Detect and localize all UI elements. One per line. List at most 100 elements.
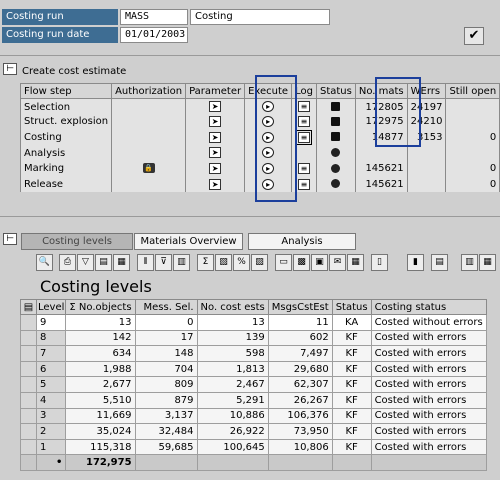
table-row[interactable]: 6 1,988 704 1,813 29,680 KF Costed with …	[20, 360, 487, 378]
export-icon[interactable]: ▭	[275, 254, 292, 271]
chart-icon[interactable]: ▯	[371, 254, 388, 271]
info-icon[interactable]: ▮	[407, 254, 424, 271]
detail-icon[interactable]: ▦	[113, 254, 130, 271]
row-selector[interactable]	[20, 438, 37, 456]
flow-step-name: Analysis	[19, 145, 113, 161]
status-cell: KF	[331, 329, 372, 347]
layout-save-icon[interactable]: ▦	[479, 254, 496, 271]
filter-icon[interactable]: ▽	[77, 254, 94, 271]
table-row[interactable]: 9 13 0 13 11 KA Costed without errors	[20, 314, 487, 331]
setfilter-icon[interactable]: ⊽	[155, 254, 172, 271]
status-icon	[331, 148, 341, 158]
mail-icon[interactable]: ✉	[329, 254, 346, 271]
parameter-icon[interactable]: ➤	[209, 147, 222, 159]
layout-icon[interactable]: ▤	[95, 254, 112, 271]
table-row[interactable]: 4 5,510 879 5,291 26,267 KF Costed with …	[20, 391, 487, 409]
status-cell: KF	[331, 360, 372, 378]
check-icon[interactable]: ✔	[464, 27, 484, 45]
layout-select-icon[interactable]: ▥	[461, 254, 478, 271]
grid-icon[interactable]: ▦	[347, 254, 364, 271]
costing-levels-title: Costing levels	[40, 277, 152, 296]
col-status[interactable]: Status	[315, 83, 356, 99]
view-icon[interactable]: ▨	[251, 254, 268, 271]
row-selector[interactable]	[20, 376, 37, 393]
col-status[interactable]: Status	[331, 299, 372, 315]
parameter-icon[interactable]: ➤	[209, 162, 222, 174]
log-icon[interactable]: ≡	[298, 101, 311, 113]
table-row[interactable]: 5 2,677 809 2,467 62,307 KF Costed with …	[20, 376, 487, 393]
spreadsheet-icon[interactable]: ▩	[293, 254, 310, 271]
table-row[interactable]: 3 11,669 3,137 10,886 106,376 KF Costed …	[20, 407, 487, 425]
table-row[interactable]: 2 35,024 32,484 26,922 73,950 KF Costed …	[20, 423, 487, 440]
status-icon	[331, 179, 341, 189]
log-icon[interactable]: ≡	[298, 116, 311, 128]
col-no-objects[interactable]: Σ No.objects	[65, 299, 136, 315]
lock-icon[interactable]: 🔒	[142, 163, 155, 174]
costing-status-cell: Costed without errors	[370, 314, 487, 331]
col-no-cost-ests[interactable]: No. cost ests	[196, 299, 269, 315]
percent-icon[interactable]: %	[233, 254, 250, 271]
status-icon	[331, 116, 341, 126]
tab-costing-levels[interactable]: Costing levels	[21, 233, 133, 250]
authorization-cell	[111, 129, 187, 146]
col-mess-sel[interactable]: Mess. Sel.	[134, 299, 198, 315]
log-column-highlight	[255, 75, 297, 202]
col-level[interactable]: Level	[35, 299, 67, 315]
row-selector[interactable]	[20, 329, 37, 347]
still-open-cell	[445, 114, 500, 130]
row-selector	[20, 454, 37, 471]
settings-icon[interactable]: ▤	[431, 254, 448, 271]
col-parameter[interactable]: Parameter	[185, 83, 246, 99]
table-row[interactable]: 8 142 17 139 602 KF Costed with errors	[20, 329, 487, 347]
status-icon	[331, 163, 341, 173]
row-selector[interactable]	[20, 391, 37, 409]
no-mats-cell: 145621	[354, 176, 408, 193]
sortfilter-icon[interactable]: ▥	[173, 254, 190, 271]
cost-ests-cell: 10,886	[196, 407, 269, 425]
col-msgs-cst-est[interactable]: MsgsCstEst	[267, 299, 333, 315]
flow-step-name: Struct. explosion	[19, 114, 113, 130]
row-selector[interactable]	[20, 345, 37, 362]
subtotal-icon[interactable]: ▧	[215, 254, 232, 271]
cost-ests-cell: 2,467	[196, 376, 269, 393]
row-selector[interactable]	[20, 407, 37, 425]
word-icon[interactable]: ▣	[311, 254, 328, 271]
sum-icon[interactable]: Σ	[197, 254, 214, 271]
table-row[interactable]: 1 115,318 59,685 100,645 10,806 KF Coste…	[20, 438, 487, 456]
print-icon[interactable]: ⎙	[59, 254, 76, 271]
costing-levels-table: ▤ Level Σ No.objects Mess. Sel. No. cost…	[20, 299, 487, 471]
columns-icon[interactable]: ⫴	[137, 254, 154, 271]
find-icon[interactable]: 🔍	[36, 254, 53, 271]
col-still-open[interactable]: Still open	[445, 83, 500, 99]
row-selector[interactable]	[20, 360, 37, 378]
collapse-section-icon[interactable]: ⊢	[3, 63, 17, 75]
status-cell: KF	[331, 438, 372, 456]
costing-date-input[interactable]: 01/01/2003	[120, 27, 188, 43]
still-open-cell: 0	[445, 160, 500, 177]
col-authorization[interactable]: Authorization	[111, 83, 187, 99]
costing-run-input[interactable]: MASS	[120, 9, 188, 25]
log-icon[interactable]: ≡	[298, 178, 311, 190]
parameter-icon[interactable]: ➤	[209, 178, 222, 190]
row-selector[interactable]	[20, 423, 37, 440]
msgs-cell: 10,806	[267, 438, 333, 456]
tab-analysis[interactable]: Analysis	[248, 233, 356, 250]
tab-materials-overview[interactable]: Materials Overview	[134, 233, 243, 250]
parameter-icon[interactable]: ➤	[209, 101, 222, 113]
mess-sel-cell: 879	[134, 391, 198, 409]
msgs-cell: 11	[267, 314, 333, 331]
col-costing-status[interactable]: Costing status	[370, 299, 487, 315]
collapse-section-icon[interactable]: ⊢	[3, 233, 17, 245]
col-flow-step[interactable]: Flow step	[19, 83, 113, 99]
row-selector[interactable]	[20, 314, 37, 331]
table-row[interactable]: 7 634 148 598 7,497 KF Costed with error…	[20, 345, 487, 362]
select-all-cell[interactable]: ▤	[20, 299, 37, 315]
authorization-cell	[111, 145, 187, 161]
mess-sel-cell: 17	[134, 329, 198, 347]
cost-ests-cell: 100,645	[196, 438, 269, 456]
parameter-icon[interactable]: ➤	[209, 131, 222, 143]
status-icon	[331, 102, 341, 112]
log-icon[interactable]: ≡	[296, 129, 313, 145]
parameter-icon[interactable]: ➤	[209, 116, 222, 128]
log-icon[interactable]: ≡	[298, 162, 311, 174]
